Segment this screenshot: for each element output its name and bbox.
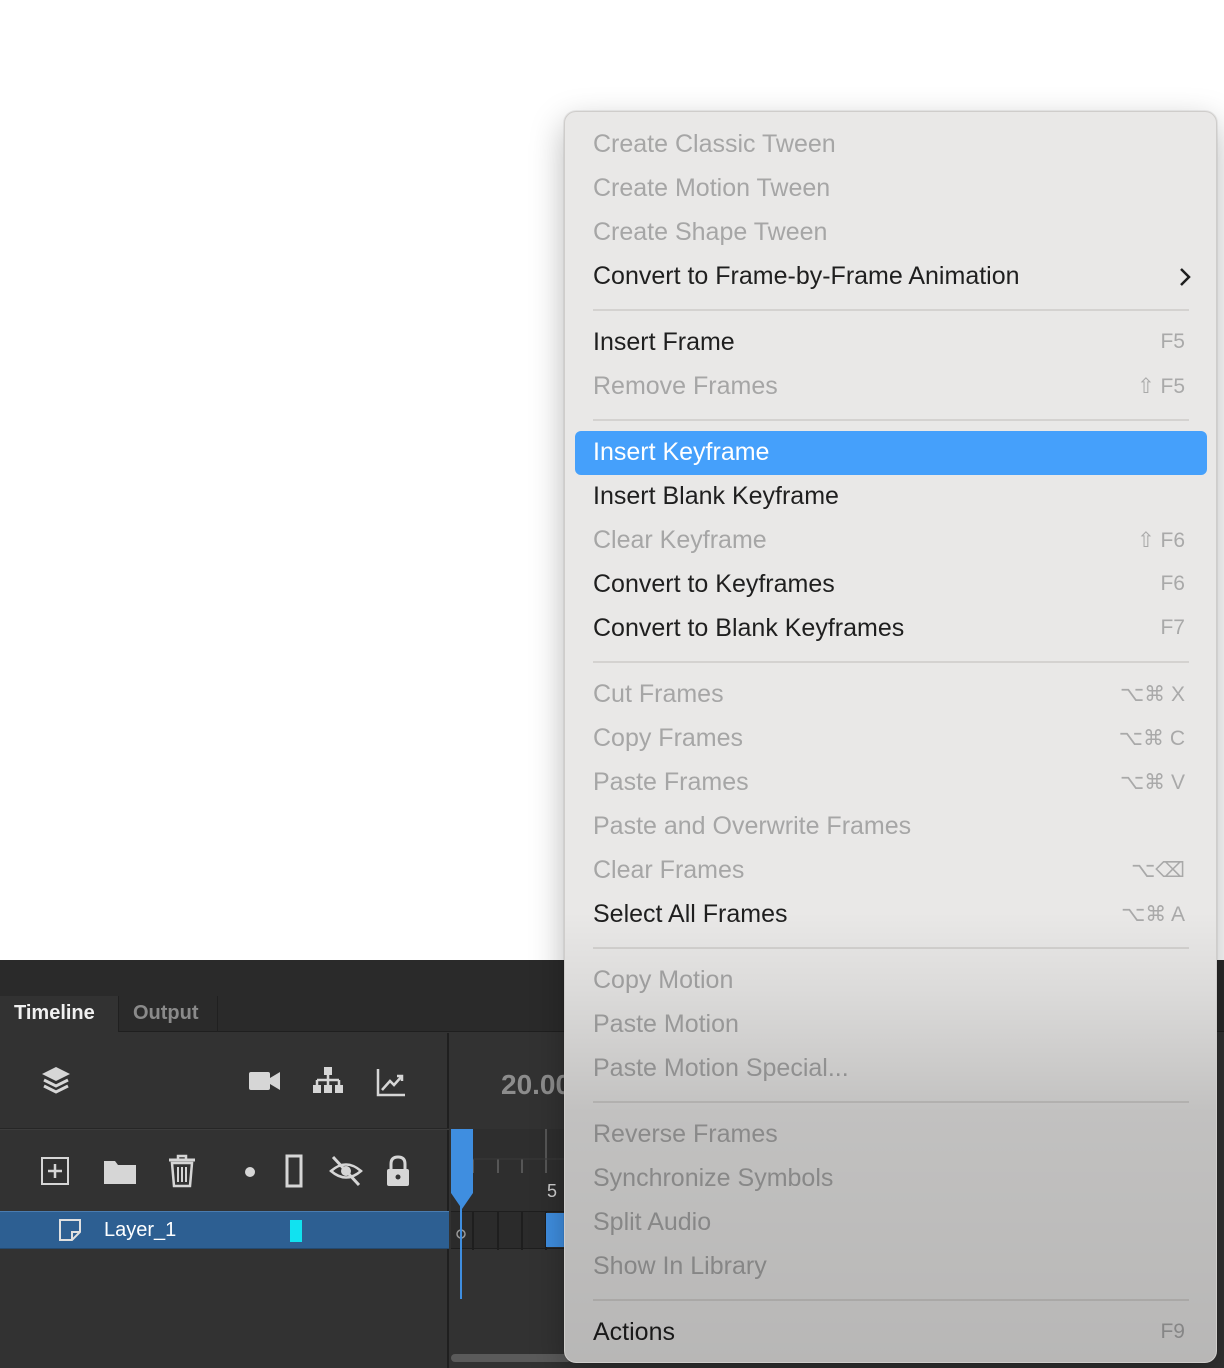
menu-item-label: Paste Motion Special... (593, 1054, 849, 1082)
menu-item-insert-blank-keyframe[interactable]: Insert Blank Keyframe (575, 475, 1207, 519)
menu-item-label: Create Classic Tween (593, 130, 836, 158)
menu-item-insert-frame[interactable]: Insert Frame F5 (575, 321, 1207, 365)
menu-item-shortcut: ⌥⌘ C (1118, 727, 1185, 750)
menu-item-label: Copy Frames (593, 724, 744, 752)
menu-item-cut-frames[interactable]: Cut Frames ⌥⌘ X (575, 673, 1207, 717)
layers-pane: Layer_1 (0, 1033, 449, 1368)
menu-item-synchronize-symbols[interactable]: Synchronize Symbols (575, 1157, 1207, 1201)
menu-item-label: Insert Keyframe (593, 438, 770, 466)
menu-item-label: Paste Frames (593, 768, 749, 796)
delete-icon[interactable] (166, 1154, 198, 1188)
visibility-hidden-icon[interactable] (328, 1154, 364, 1188)
menu-item-label: Create Motion Tween (593, 174, 831, 202)
menu-separator (593, 947, 1189, 949)
menu-item-label: Show In Library (593, 1252, 767, 1280)
menu-item-shortcut: ⌥⌫ (1131, 859, 1185, 882)
menu-item-label: Insert Frame (593, 328, 735, 356)
selected-frame-marker[interactable] (546, 1213, 566, 1247)
menu-item-label: Convert to Frame-by-Frame Animation (593, 262, 1020, 290)
menu-item-label: Convert to Keyframes (593, 570, 835, 598)
menu-item-label: Remove Frames (593, 372, 778, 400)
menu-item-label: Split Audio (593, 1208, 712, 1236)
camera-icon[interactable] (248, 1067, 282, 1095)
highlight-layers-icon[interactable] (242, 1164, 258, 1180)
menu-item-shortcut: F9 (1160, 1320, 1185, 1343)
new-layer-icon[interactable] (40, 1156, 70, 1186)
menu-item-paste-motion[interactable]: Paste Motion (575, 1003, 1207, 1047)
layers-icon[interactable] (38, 1063, 74, 1099)
layer-name[interactable]: Layer_1 (104, 1219, 176, 1242)
menu-item-shortcut: ⌥⌘ X (1119, 683, 1185, 706)
menu-item-split-audio[interactable]: Split Audio (575, 1201, 1207, 1245)
menu-item-shortcut: ⇧ F6 (1137, 529, 1185, 552)
frame-rate[interactable]: 20.00 (501, 1069, 571, 1101)
menu-item-paste-overwrite-frames[interactable]: Paste and Overwrite Frames (575, 805, 1207, 849)
graph-icon[interactable] (376, 1067, 406, 1097)
menu-item-label: Actions (593, 1318, 675, 1346)
menu-item-paste-motion-special[interactable]: Paste Motion Special... (575, 1047, 1207, 1091)
menu-item-clear-keyframe[interactable]: Clear Keyframe ⇧ F6 (575, 519, 1207, 563)
menu-item-remove-frames[interactable]: Remove Frames ⇧ F5 (575, 365, 1207, 409)
menu-separator (593, 661, 1189, 663)
menu-item-copy-frames[interactable]: Copy Frames ⌥⌘ C (575, 717, 1207, 761)
menu-separator (593, 309, 1189, 311)
parenting-icon[interactable] (312, 1065, 344, 1097)
menu-separator (593, 1101, 1189, 1103)
menu-item-create-shape-tween[interactable]: Create Shape Tween (575, 211, 1207, 255)
menu-item-label: Clear Keyframe (593, 526, 767, 554)
menu-item-shortcut: ⌥⌘ V (1119, 771, 1185, 794)
menu-item-label: Select All Frames (593, 900, 788, 928)
playhead-handle[interactable] (451, 1129, 473, 1211)
menu-item-label: Clear Frames (593, 856, 745, 884)
menu-item-label: Paste Motion (593, 1010, 739, 1038)
tab-output[interactable]: Output (118, 996, 218, 1032)
menu-item-shortcut: ⇧ F5 (1137, 375, 1185, 398)
menu-item-create-motion-tween[interactable]: Create Motion Tween (575, 167, 1207, 211)
menu-item-label: Copy Motion (593, 966, 734, 994)
menu-item-reverse-frames[interactable]: Reverse Frames (575, 1113, 1207, 1157)
menu-item-actions[interactable]: Actions F9 (575, 1311, 1207, 1355)
menu-item-select-all-frames[interactable]: Select All Frames ⌥⌘ A (575, 893, 1207, 937)
menu-item-convert-frame-by-frame[interactable]: Convert to Frame-by-Frame Animation (575, 255, 1207, 299)
menu-item-shortcut: ⌥⌘ A (1121, 903, 1185, 926)
menu-separator (593, 1299, 1189, 1301)
timeline-toolbar (0, 1033, 449, 1129)
menu-item-convert-to-keyframes[interactable]: Convert to Keyframes F6 (575, 563, 1207, 607)
menu-item-shortcut: F6 (1160, 572, 1185, 595)
menu-item-paste-frames[interactable]: Paste Frames ⌥⌘ V (575, 761, 1207, 805)
menu-item-label: Insert Blank Keyframe (593, 482, 839, 510)
menu-item-label: Synchronize Symbols (593, 1164, 834, 1192)
menu-item-create-classic-tween[interactable]: Create Classic Tween (575, 123, 1207, 167)
menu-item-label: Reverse Frames (593, 1120, 778, 1148)
menu-item-label: Cut Frames (593, 680, 724, 708)
menu-item-shortcut: F5 (1160, 330, 1185, 353)
layer-controls-bar (0, 1129, 449, 1211)
frame-number-label: 5 (547, 1181, 558, 1201)
layer-color-swatch[interactable] (290, 1220, 302, 1242)
lock-icon[interactable] (384, 1154, 412, 1188)
layer-row[interactable]: Layer_1 (0, 1211, 449, 1249)
menu-item-insert-keyframe[interactable]: Insert Keyframe (575, 431, 1207, 475)
tab-timeline[interactable]: Timeline (0, 996, 118, 1032)
menu-separator (593, 419, 1189, 421)
outline-layers-icon[interactable] (284, 1154, 304, 1188)
menu-item-show-in-library[interactable]: Show In Library (575, 1245, 1207, 1289)
horizontal-scrollbar[interactable] (451, 1354, 571, 1362)
chevron-right-icon (1180, 268, 1191, 286)
menu-item-label: Create Shape Tween (593, 218, 828, 246)
menu-item-shortcut: F7 (1160, 616, 1185, 639)
context-menu: Create Classic Tween Create Motion Tween… (564, 111, 1217, 1363)
menu-item-copy-motion[interactable]: Copy Motion (575, 959, 1207, 1003)
new-folder-icon[interactable] (102, 1156, 138, 1186)
menu-item-label: Convert to Blank Keyframes (593, 614, 905, 642)
menu-item-clear-frames[interactable]: Clear Frames ⌥⌫ (575, 849, 1207, 893)
layer-type-icon (59, 1219, 81, 1241)
menu-item-label: Paste and Overwrite Frames (593, 812, 912, 840)
menu-item-convert-to-blank-keyframes[interactable]: Convert to Blank Keyframes F7 (575, 607, 1207, 651)
